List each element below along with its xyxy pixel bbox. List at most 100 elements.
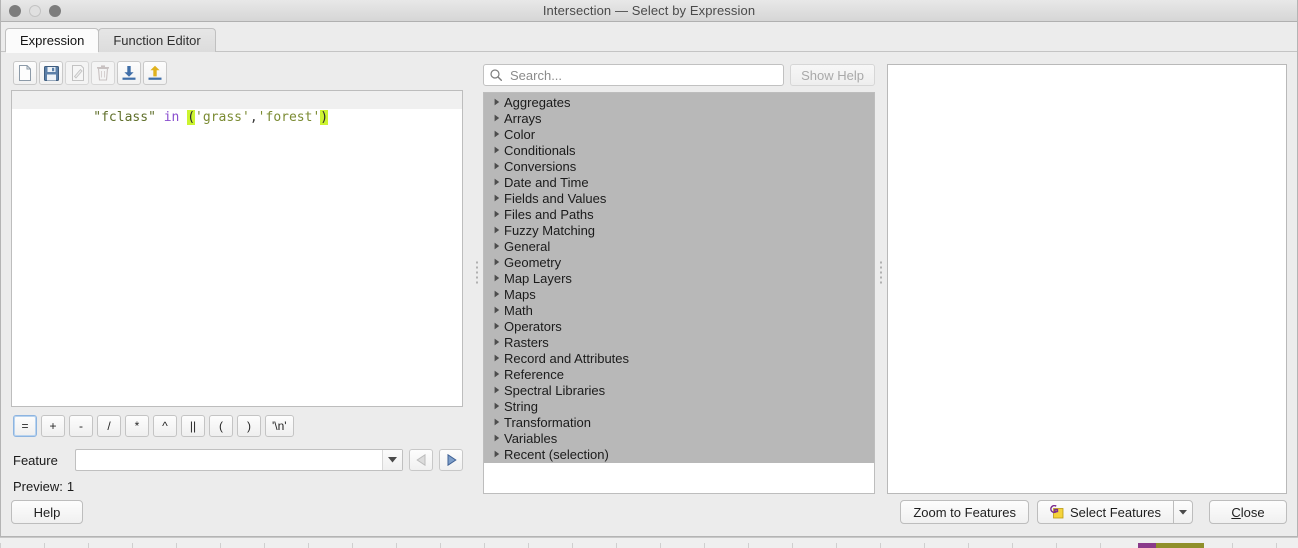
save-expression-button[interactable] [39,61,63,85]
function-group-item[interactable]: Aggregates [484,94,874,110]
help-button[interactable]: Help [11,500,83,524]
triangle-right-icon[interactable] [490,242,504,250]
operator-multiply-button[interactable]: * [125,415,149,437]
feature-label: Feature [13,452,58,468]
triangle-right-icon[interactable] [490,258,504,266]
function-group-item[interactable]: Spectral Libraries [484,382,874,398]
triangle-right-icon[interactable] [490,386,504,394]
function-group-item[interactable]: Conditionals [484,142,874,158]
expression-pane: "fclass" in ('grass','forest') = + - / *… [1,52,471,494]
triangle-right-icon[interactable] [490,450,504,458]
select-features-button[interactable]: Select Features [1036,500,1173,524]
function-group-item[interactable]: Math [484,302,874,318]
function-group-label: Aggregates [504,94,571,110]
triangle-right-icon[interactable] [490,194,504,202]
function-group-item[interactable]: Arrays [484,110,874,126]
function-group-item[interactable]: Date and Time [484,174,874,190]
triangle-right-icon[interactable] [490,226,504,234]
function-group-item[interactable]: Transformation [484,414,874,430]
function-group-item[interactable]: Variables [484,430,874,446]
background-window-sliver [0,537,1298,548]
splitter-grip-icon [880,260,882,286]
select-by-expression-dialog: Intersection — Select by Expression Expr… [0,0,1298,537]
operator-equals-button[interactable]: = [13,415,37,437]
operator-close-paren-button[interactable]: ) [237,415,261,437]
function-group-item[interactable]: Record and Attributes [484,350,874,366]
function-group-item[interactable]: String [484,398,874,414]
operator-power-button[interactable]: ^ [153,415,177,437]
select-features-dropdown-button[interactable] [1173,500,1193,524]
next-feature-button[interactable] [439,449,463,471]
function-group-item[interactable]: Color [484,126,874,142]
operator-concat-button[interactable]: || [181,415,205,437]
tab-function-editor[interactable]: Function Editor [98,28,216,52]
search-input[interactable] [508,66,778,84]
expression-toolbar [11,58,463,90]
zoom-button[interactable] [49,5,61,17]
zoom-to-features-button[interactable]: Zoom to Features [900,500,1029,524]
triangle-right-icon[interactable] [490,98,504,106]
pencil-icon [71,65,84,81]
previous-feature-button[interactable] [409,449,433,471]
expr-token-open-paren: ( [187,110,196,125]
background-color-swatch-olive [1156,543,1204,548]
chevron-down-icon[interactable] [382,450,402,470]
triangle-right-icon[interactable] [490,146,504,154]
show-help-button[interactable]: Show Help [790,64,875,86]
window-titlebar: Intersection — Select by Expression [1,0,1297,22]
operator-divide-button[interactable]: / [97,415,121,437]
function-tree[interactable]: Aggregates Arrays Color Conditionals Convers… [483,92,875,494]
function-group-item[interactable]: Geometry [484,254,874,270]
expression-text-editor[interactable]: "fclass" in ('grass','forest') [11,90,463,407]
triangle-right-icon[interactable] [490,274,504,282]
tab-bar: Expression Function Editor [1,22,1297,53]
function-group-item[interactable]: Rasters [484,334,874,350]
triangle-right-icon[interactable] [490,434,504,442]
function-group-label: Files and Paths [504,206,594,222]
function-list-pane: Show Help AggregatesArraysColorCondition… [483,52,875,494]
expr-token-string-2: 'forest' [257,110,321,125]
triangle-right-icon[interactable] [490,290,504,298]
function-group-item[interactable]: Fields and Values [484,190,874,206]
triangle-right-icon[interactable] [490,338,504,346]
triangle-right-icon[interactable] [490,354,504,362]
close-button[interactable] [9,5,21,17]
triangle-right-icon[interactable] [490,162,504,170]
operator-plus-button[interactable]: + [41,415,65,437]
tab-expression[interactable]: Expression [5,28,100,53]
operator-minus-button[interactable]: - [69,415,93,437]
triangle-right-icon[interactable] [490,370,504,378]
splitter-left[interactable] [471,52,483,494]
feature-combobox[interactable] [75,449,403,471]
operator-newline-button[interactable]: '\n' [265,415,294,437]
operator-open-paren-button[interactable]: ( [209,415,233,437]
export-expressions-button[interactable] [143,61,167,85]
function-group-item[interactable]: Fuzzy Matching [484,222,874,238]
splitter-right[interactable] [875,52,887,494]
preview-label: Preview: [13,479,63,494]
close-dialog-button[interactable]: Close [1209,500,1287,524]
function-group-item[interactable]: Reference [484,366,874,382]
function-group-item[interactable]: Conversions [484,158,874,174]
function-group-label: Arrays [504,110,542,126]
triangle-right-icon[interactable] [490,322,504,330]
function-group-item[interactable]: General [484,238,874,254]
function-group-item[interactable]: Map Layers [484,270,874,286]
triangle-right-icon[interactable] [490,130,504,138]
window-title: Intersection — Select by Expression [542,3,756,18]
function-group-item[interactable]: Maps [484,286,874,302]
triangle-right-icon[interactable] [490,210,504,218]
search-field[interactable] [483,64,785,86]
triangle-right-icon[interactable] [490,402,504,410]
function-group-item[interactable]: Recent (selection) [484,446,874,462]
triangle-right-icon[interactable] [490,114,504,122]
triangle-right-icon[interactable] [490,418,504,426]
new-expression-button[interactable] [13,61,37,85]
function-group-item[interactable]: Operators [484,318,874,334]
minimize-button[interactable] [29,5,41,17]
function-group-item[interactable]: Files and Paths [484,206,874,222]
import-expressions-button[interactable] [117,61,141,85]
triangle-right-icon[interactable] [490,178,504,186]
triangle-right-icon[interactable] [490,306,504,314]
dialog-button-bar: Help Zoom to Features Select Features Cl… [1,494,1297,536]
